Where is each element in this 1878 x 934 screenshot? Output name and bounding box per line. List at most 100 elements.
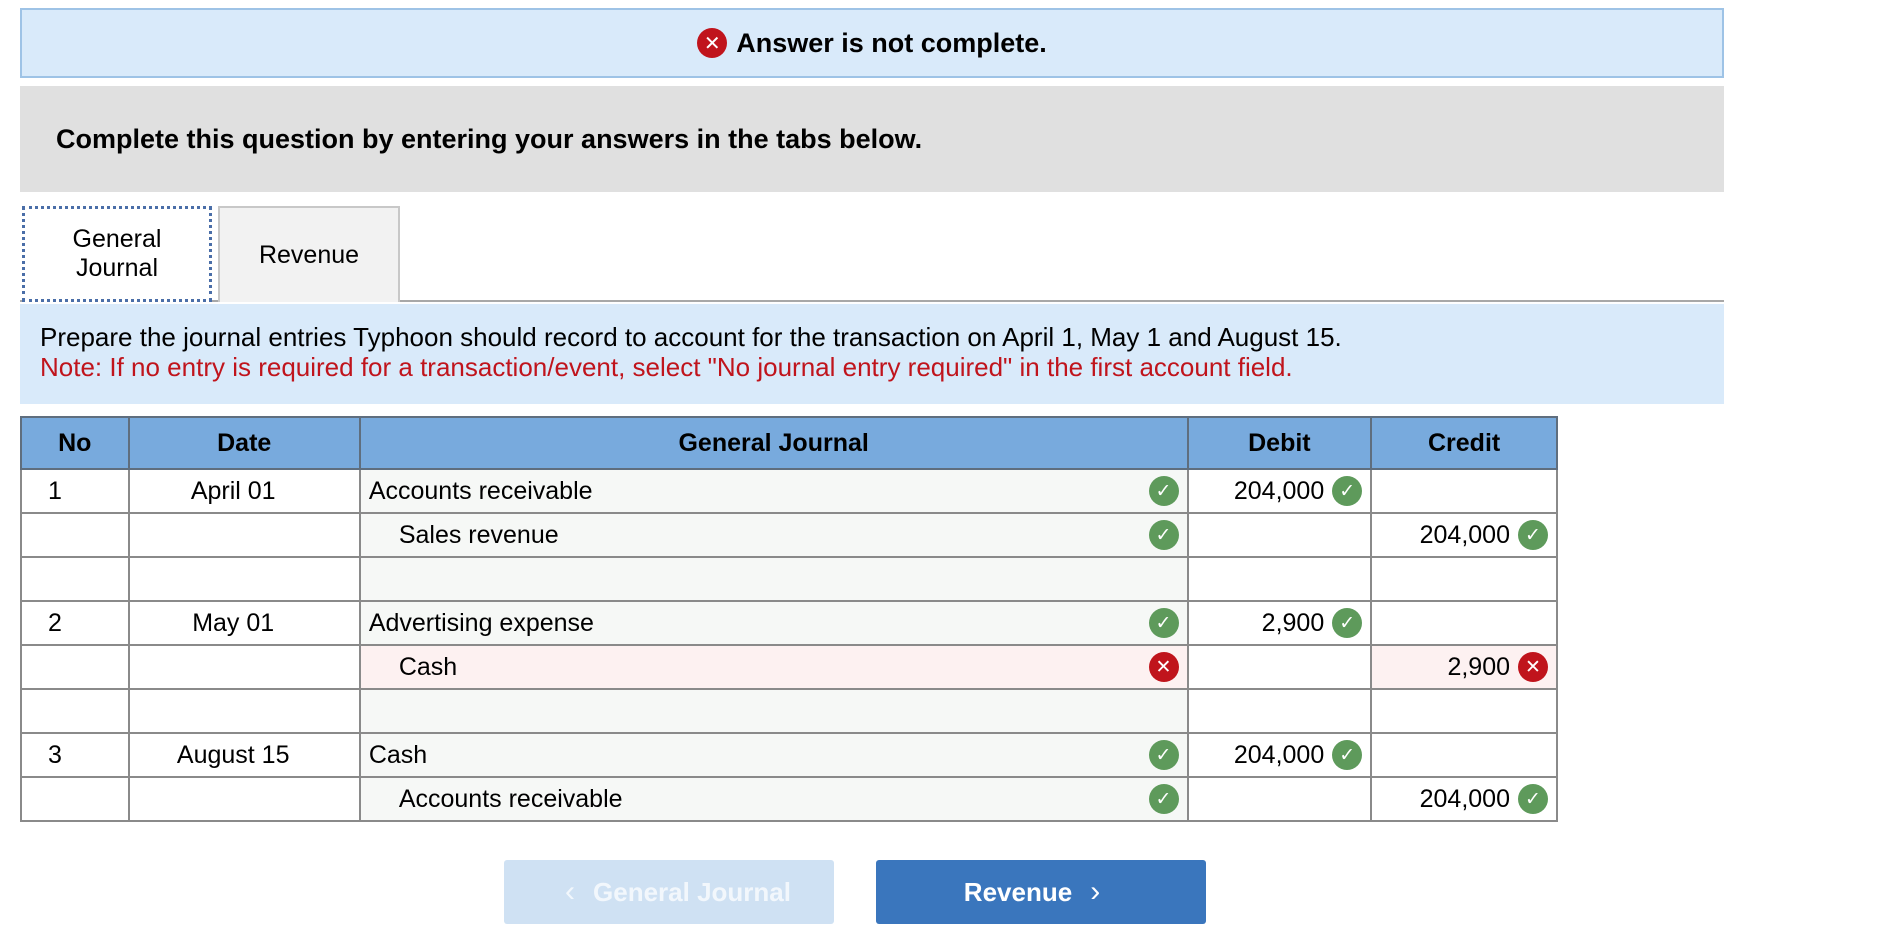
table-row: 2 May 01 Advertising expense ✓ 2,900 ✓ (20, 600, 1558, 646)
x-circle-icon: ✕ (1148, 652, 1179, 682)
check-circle-icon: ✓ (1332, 740, 1363, 770)
table-row (20, 556, 1558, 602)
date-cell[interactable] (127, 644, 361, 690)
entry-number: 2 (48, 608, 62, 637)
account-cell[interactable]: Accounts receivable ✓ (358, 468, 1189, 514)
account-name: Accounts receivable (398, 784, 623, 813)
date-cell[interactable]: April 01 (127, 468, 361, 514)
credit-cell[interactable] (1370, 556, 1558, 602)
entry-number-cell (20, 556, 130, 602)
entry-date: August 15 (176, 740, 290, 769)
prompt-panel: Prepare the journal entries Typhoon shou… (20, 304, 1724, 404)
table-row: Sales revenue ✓ 204,000 ✓ (20, 512, 1558, 558)
account-cell[interactable]: Advertising expense ✓ (358, 600, 1189, 646)
date-cell[interactable] (127, 556, 361, 602)
account-name: Sales revenue (398, 520, 559, 549)
entry-number-cell: 1 (20, 468, 130, 514)
entry-number-cell: 3 (20, 732, 130, 778)
tab-revenue[interactable]: Revenue (218, 206, 400, 302)
date-cell[interactable] (127, 776, 361, 822)
prompt-text: Prepare the journal entries Typhoon shou… (40, 322, 1342, 352)
credit-cell[interactable] (1370, 468, 1558, 514)
journal-body: 1 April 01 Accounts receivable ✓ 204,000 ✓ Sal… (20, 468, 1558, 822)
entry-number-cell: 2 (20, 600, 130, 646)
debit-cell[interactable] (1186, 644, 1373, 690)
prev-general-journal-button[interactable]: ‹ General Journal (504, 860, 834, 924)
table-header-row: No Date General Journal Debit Credit (20, 416, 1558, 470)
debit-cell[interactable]: 204,000 ✓ (1186, 468, 1373, 514)
date-cell[interactable]: August 15 (127, 732, 361, 778)
table-row (20, 688, 1558, 734)
check-circle-icon: ✓ (1148, 740, 1179, 770)
check-circle-icon: ✓ (1148, 520, 1179, 550)
instruction-text: Complete this question by entering your … (56, 123, 923, 154)
credit-cell[interactable] (1370, 600, 1558, 646)
entry-date: May 01 (192, 608, 275, 637)
entry-number-cell (20, 644, 130, 690)
table-row: 1 April 01 Accounts receivable ✓ 204,000 ✓ (20, 468, 1558, 514)
account-name: Cash (368, 740, 428, 769)
tab-label: Revenue (258, 240, 360, 269)
header-credit: Credit (1370, 416, 1558, 470)
header-general-journal: General Journal (358, 416, 1189, 470)
credit-amount: 204,000 (1419, 784, 1510, 813)
journal-table: No Date General Journal Debit Credit 1 Ap… (20, 416, 1558, 822)
status-text: Answer is not complete. (736, 27, 1047, 58)
chevron-right-icon: › (1090, 875, 1101, 908)
debit-cell[interactable]: 2,900 ✓ (1186, 600, 1373, 646)
next-revenue-button[interactable]: Revenue › (876, 860, 1206, 924)
credit-cell[interactable]: 204,000 ✓ (1370, 776, 1558, 822)
check-circle-icon: ✓ (1148, 476, 1179, 506)
date-cell[interactable]: May 01 (127, 600, 361, 646)
credit-cell[interactable] (1370, 688, 1558, 734)
check-circle-icon: ✓ (1518, 784, 1548, 814)
debit-cell[interactable]: 204,000 ✓ (1186, 732, 1373, 778)
x-circle-icon: ✕ (1518, 652, 1548, 682)
check-circle-icon: ✓ (1148, 608, 1179, 638)
tab-bar: General Journal Revenue (20, 206, 1724, 302)
credit-cell[interactable] (1370, 732, 1558, 778)
entry-number: 1 (48, 476, 62, 505)
debit-amount: 2,900 (1261, 608, 1325, 637)
credit-amount: 204,000 (1419, 520, 1510, 549)
debit-amount: 204,000 (1233, 476, 1325, 505)
account-cell[interactable]: Cash ✓ (358, 732, 1189, 778)
entry-number-cell (20, 776, 130, 822)
next-button-label: Revenue (963, 876, 1073, 907)
debit-cell[interactable] (1186, 776, 1373, 822)
debit-cell[interactable] (1186, 512, 1373, 558)
chevron-left-icon: ‹ (565, 875, 576, 908)
header-date: Date (127, 416, 361, 470)
account-cell[interactable] (358, 556, 1189, 602)
check-circle-icon: ✓ (1518, 520, 1548, 550)
debit-amount: 204,000 (1233, 740, 1325, 769)
table-row: Cash ✕ 2,900 ✕ (20, 644, 1558, 690)
instruction-panel: Complete this question by entering your … (20, 86, 1724, 192)
date-cell[interactable] (127, 688, 361, 734)
credit-amount: 2,900 (1447, 652, 1510, 681)
tab-label: General Journal (72, 225, 162, 282)
tab-general-journal[interactable]: General Journal (22, 206, 212, 302)
account-cell[interactable]: Cash ✕ (358, 644, 1189, 690)
entry-number: 3 (48, 740, 62, 769)
header-no: No (20, 416, 130, 470)
entry-number-cell (20, 512, 130, 558)
table-row: Accounts receivable ✓ 204,000 ✓ (20, 776, 1558, 822)
date-cell[interactable] (127, 512, 361, 558)
credit-cell[interactable]: 204,000 ✓ (1370, 512, 1558, 558)
check-circle-icon: ✓ (1332, 476, 1363, 506)
account-cell[interactable] (358, 688, 1189, 734)
check-circle-icon: ✓ (1332, 608, 1363, 638)
credit-cell[interactable]: 2,900 ✕ (1370, 644, 1558, 690)
debit-cell[interactable] (1186, 688, 1373, 734)
entry-number-cell (20, 688, 130, 734)
account-name: Advertising expense (368, 608, 594, 637)
entry-date: April 01 (190, 476, 276, 505)
prompt-note: Note: If no entry is required for a tran… (40, 352, 1293, 382)
account-cell[interactable]: Accounts receivable ✓ (358, 776, 1189, 822)
check-circle-icon: ✓ (1148, 784, 1179, 814)
account-name: Accounts receivable (368, 476, 593, 505)
debit-cell[interactable] (1186, 556, 1373, 602)
prev-button-label: General Journal (593, 876, 791, 907)
account-cell[interactable]: Sales revenue ✓ (358, 512, 1189, 558)
